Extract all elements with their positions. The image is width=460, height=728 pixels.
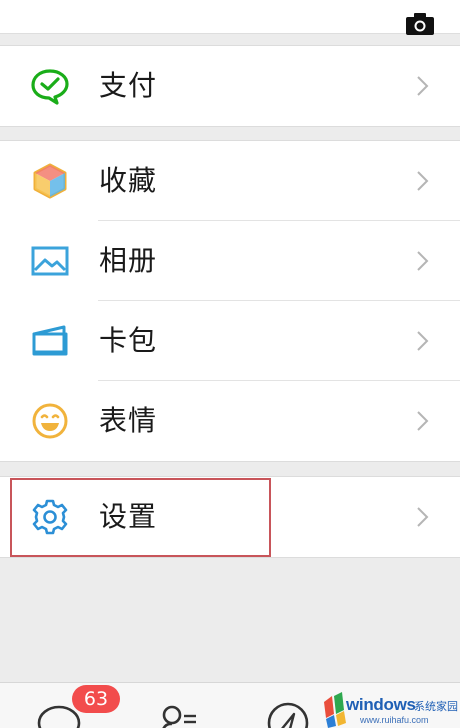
chevron-right-icon xyxy=(417,411,429,431)
settings-group: 设置 xyxy=(0,476,460,558)
menu-item-label: 表情 xyxy=(99,404,158,437)
top-header xyxy=(0,0,460,36)
chevron-right-icon xyxy=(417,76,429,96)
watermark-sub: 系统家园 xyxy=(414,700,458,713)
watermark-brand: windows xyxy=(346,695,416,714)
camera-icon[interactable] xyxy=(405,12,435,36)
discover-icon[interactable] xyxy=(266,701,310,728)
pay-group: 支付 xyxy=(0,45,460,127)
menu-item-label: 收藏 xyxy=(99,164,158,197)
menu-item-label: 支付 xyxy=(99,69,158,102)
unread-badge: 63 xyxy=(72,685,120,713)
image-icon xyxy=(31,246,69,276)
watermark-url: www.ruihafu.com xyxy=(360,715,429,725)
chevron-right-icon xyxy=(417,331,429,351)
cube-icon xyxy=(33,163,67,199)
chevron-right-icon xyxy=(417,507,429,527)
menu-item-album[interactable]: 相册 xyxy=(0,221,460,301)
contacts-icon[interactable] xyxy=(160,703,200,728)
menu-item-settings[interactable]: 设置 xyxy=(0,477,460,557)
smile-icon xyxy=(32,403,68,439)
wallet-chat-icon xyxy=(31,69,69,105)
gear-icon xyxy=(32,499,68,535)
menu-item-stickers[interactable]: 表情 xyxy=(0,381,460,461)
card-icon xyxy=(32,325,68,356)
menu-item-label: 设置 xyxy=(99,500,158,533)
menu-item-pay[interactable]: 支付 xyxy=(0,46,460,126)
menu-item-cards[interactable]: 卡包 xyxy=(0,301,460,381)
main-group: 收藏 相册 卡包 表情 xyxy=(0,140,460,462)
menu-item-label: 相册 xyxy=(99,244,158,277)
menu-item-label: 卡包 xyxy=(99,324,158,357)
menu-item-favorites[interactable]: 收藏 xyxy=(0,141,460,221)
chevron-right-icon xyxy=(417,171,429,191)
chevron-right-icon xyxy=(417,251,429,271)
